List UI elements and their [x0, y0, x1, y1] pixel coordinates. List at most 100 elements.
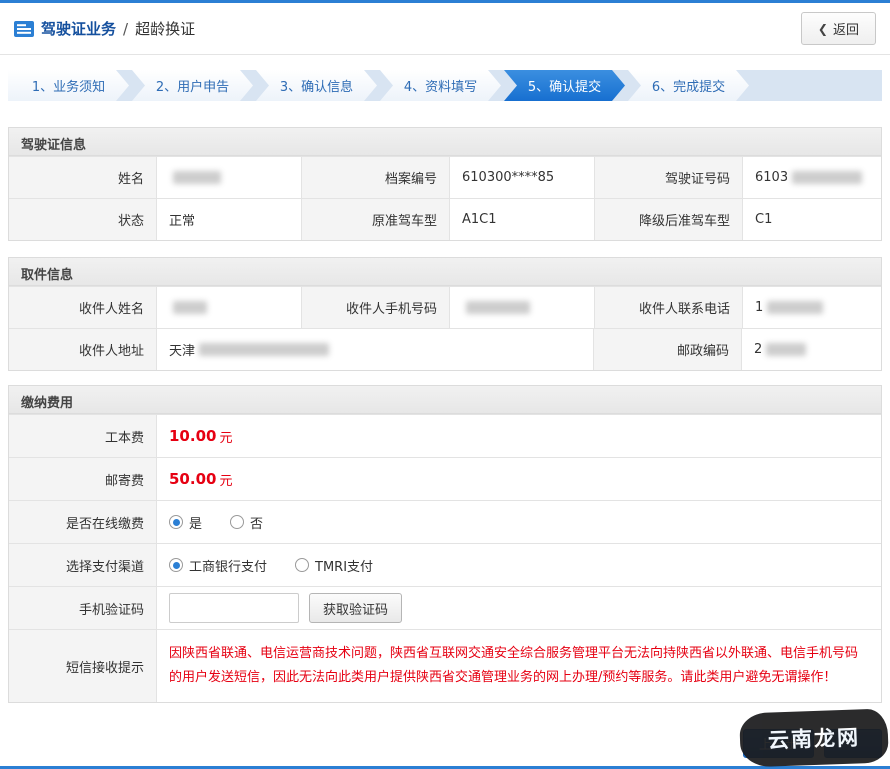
table-row: 短信接收提示 因陕西省联通、电信运营商技术问题，陕西省互联网交通安全综合服务管理… — [9, 629, 881, 702]
title-secondary: 超龄换证 — [135, 18, 195, 39]
channel-icbc-label: 工商银行支付 — [189, 556, 267, 575]
radio-unchecked-icon[interactable] — [295, 558, 309, 572]
status-value: 正常 — [156, 199, 301, 240]
radio-checked-icon[interactable] — [169, 515, 183, 529]
step-label: 4、资料填写 — [404, 76, 477, 95]
license-no-label: 驾驶证号码 — [594, 157, 742, 198]
file-no-value: 610300****85 — [449, 157, 594, 198]
pickup-info-section: 取件信息 收件人姓名 收件人手机号码 收件人联系电话 1 收件人地址 天津 邮政… — [8, 257, 882, 371]
redacted-address — [199, 343, 329, 356]
channel-tmri-label: TMRI支付 — [315, 556, 373, 575]
file-no-label: 档案编号 — [301, 157, 449, 198]
table-row: 手机验证码 获取验证码 — [9, 586, 881, 629]
table-row: 邮寄费 50.00 元 — [9, 457, 881, 500]
step-3-confirm-info: 3、确认信息 — [256, 70, 377, 101]
step-label: 1、业务须知 — [32, 76, 105, 95]
sms-tip-label: 短信接收提示 — [9, 630, 156, 702]
down-class-value: C1 — [742, 199, 881, 240]
step-2-user-declaration: 2、用户申告 — [132, 70, 253, 101]
tel-prefix: 1 — [755, 300, 763, 315]
fees-section: 缴纳费用 工本费 10.00 元 邮寄费 50.00 元 是否在线缴费 是 否 … — [8, 385, 882, 703]
table-row: 工本费 10.00 元 — [9, 414, 881, 457]
title-primary: 驾驶证业务 — [41, 18, 116, 39]
name-label: 姓名 — [9, 157, 156, 198]
table-row: 是否在线缴费 是 否 — [9, 500, 881, 543]
pickup-section-title: 取件信息 — [9, 258, 881, 286]
fees-section-title: 缴纳费用 — [9, 386, 881, 414]
cost-fee-value: 10.00 元 — [156, 415, 881, 457]
license-section-title: 驾驶证信息 — [9, 128, 881, 156]
online-pay-options: 是 否 — [156, 501, 881, 543]
chevron-left-icon: ❮ — [818, 22, 828, 36]
redacted-postcode — [766, 343, 806, 356]
name-value — [156, 157, 301, 198]
back-button[interactable]: ❮ 返回 — [801, 12, 876, 45]
get-code-button[interactable]: 获取验证码 — [309, 593, 402, 623]
orig-class-label: 原准驾车型 — [301, 199, 449, 240]
step-4-fill-materials: 4、资料填写 — [380, 70, 501, 101]
step-6-complete-submit: 6、完成提交 — [628, 70, 749, 101]
recipient-mobile-label: 收件人手机号码 — [301, 287, 449, 328]
redacted-recipient-name — [173, 301, 207, 314]
online-pay-yes-label: 是 — [189, 513, 202, 532]
table-row: 收件人地址 天津 邮政编码 2 — [9, 328, 881, 370]
pay-channel-label: 选择支付渠道 — [9, 544, 156, 586]
step-label: 3、确认信息 — [280, 76, 353, 95]
online-pay-no-option[interactable]: 否 — [230, 513, 263, 532]
online-pay-label: 是否在线缴费 — [9, 501, 156, 543]
license-info-section: 驾驶证信息 姓名 档案编号 610300****85 驾驶证号码 6103 状态… — [8, 127, 882, 241]
sms-tip-value: 因陕西省联通、电信运营商技术问题，陕西省互联网交通安全综合服务管理平台无法向持陕… — [156, 630, 881, 702]
step-5-confirm-submit-active: 5、确认提交 — [504, 70, 625, 101]
sms-code-label: 手机验证码 — [9, 587, 156, 629]
recipient-mobile-value — [449, 287, 594, 328]
cost-fee-label: 工本费 — [9, 415, 156, 457]
address-prefix: 天津 — [169, 340, 195, 359]
channel-icbc-option[interactable]: 工商银行支付 — [169, 556, 267, 575]
back-label: 返回 — [833, 19, 859, 38]
page-title: 驾驶证业务 / 超龄换证 — [14, 18, 195, 39]
steps-progress-bar: 1、业务须知 2、用户申告 3、确认信息 4、资料填写 5、确认提交 6、完成提… — [8, 70, 882, 101]
postage-fee-amount: 50.00 — [169, 470, 216, 488]
online-pay-no-label: 否 — [250, 513, 263, 532]
title-separator: / — [123, 20, 128, 38]
watermark: 云南龙网 — [739, 708, 889, 767]
postcode-value: 2 — [741, 329, 881, 370]
address-label: 收件人地址 — [9, 329, 156, 370]
recipient-tel-value: 1 — [742, 287, 881, 328]
postage-fee-unit: 元 — [219, 470, 232, 489]
sms-code-controls: 获取验证码 — [156, 587, 881, 629]
sms-tip-text: 因陕西省联通、电信运营商技术问题，陕西省互联网交通安全综合服务管理平台无法向持陕… — [169, 632, 869, 700]
redacted-name — [173, 171, 221, 184]
redacted-mobile — [466, 301, 530, 314]
step-1-business-notice: 1、业务须知 — [8, 70, 129, 101]
postage-fee-value: 50.00 元 — [156, 458, 881, 500]
down-class-label: 降级后准驾车型 — [594, 199, 742, 240]
sms-code-input[interactable] — [169, 593, 299, 623]
status-label: 状态 — [9, 199, 156, 240]
cost-fee-unit: 元 — [219, 427, 232, 446]
online-pay-yes-option[interactable]: 是 — [169, 513, 202, 532]
step-label: 2、用户申告 — [156, 76, 229, 95]
recipient-name-label: 收件人姓名 — [9, 287, 156, 328]
redacted-tel — [767, 301, 823, 314]
step-label: 5、确认提交 — [528, 76, 601, 95]
recipient-tel-label: 收件人联系电话 — [594, 287, 742, 328]
address-value: 天津 — [156, 329, 593, 370]
license-no-prefix: 6103 — [755, 170, 788, 185]
table-row: 状态 正常 原准驾车型 A1C1 降级后准驾车型 C1 — [9, 198, 881, 240]
postage-fee-label: 邮寄费 — [9, 458, 156, 500]
channel-tmri-option[interactable]: TMRI支付 — [295, 556, 373, 575]
redacted-license-no — [792, 171, 862, 184]
table-row: 收件人姓名 收件人手机号码 收件人联系电话 1 — [9, 286, 881, 328]
postcode-label: 邮政编码 — [593, 329, 741, 370]
orig-class-value: A1C1 — [449, 199, 594, 240]
pay-channel-options: 工商银行支付 TMRI支付 — [156, 544, 881, 586]
step-label: 6、完成提交 — [652, 76, 725, 95]
radio-unchecked-icon[interactable] — [230, 515, 244, 529]
header: 驾驶证业务 / 超龄换证 ❮ 返回 — [0, 3, 890, 55]
postcode-prefix: 2 — [754, 342, 762, 357]
form-list-icon — [14, 21, 34, 37]
table-row: 姓名 档案编号 610300****85 驾驶证号码 6103 — [9, 156, 881, 198]
radio-checked-icon[interactable] — [169, 558, 183, 572]
cost-fee-amount: 10.00 — [169, 427, 216, 445]
